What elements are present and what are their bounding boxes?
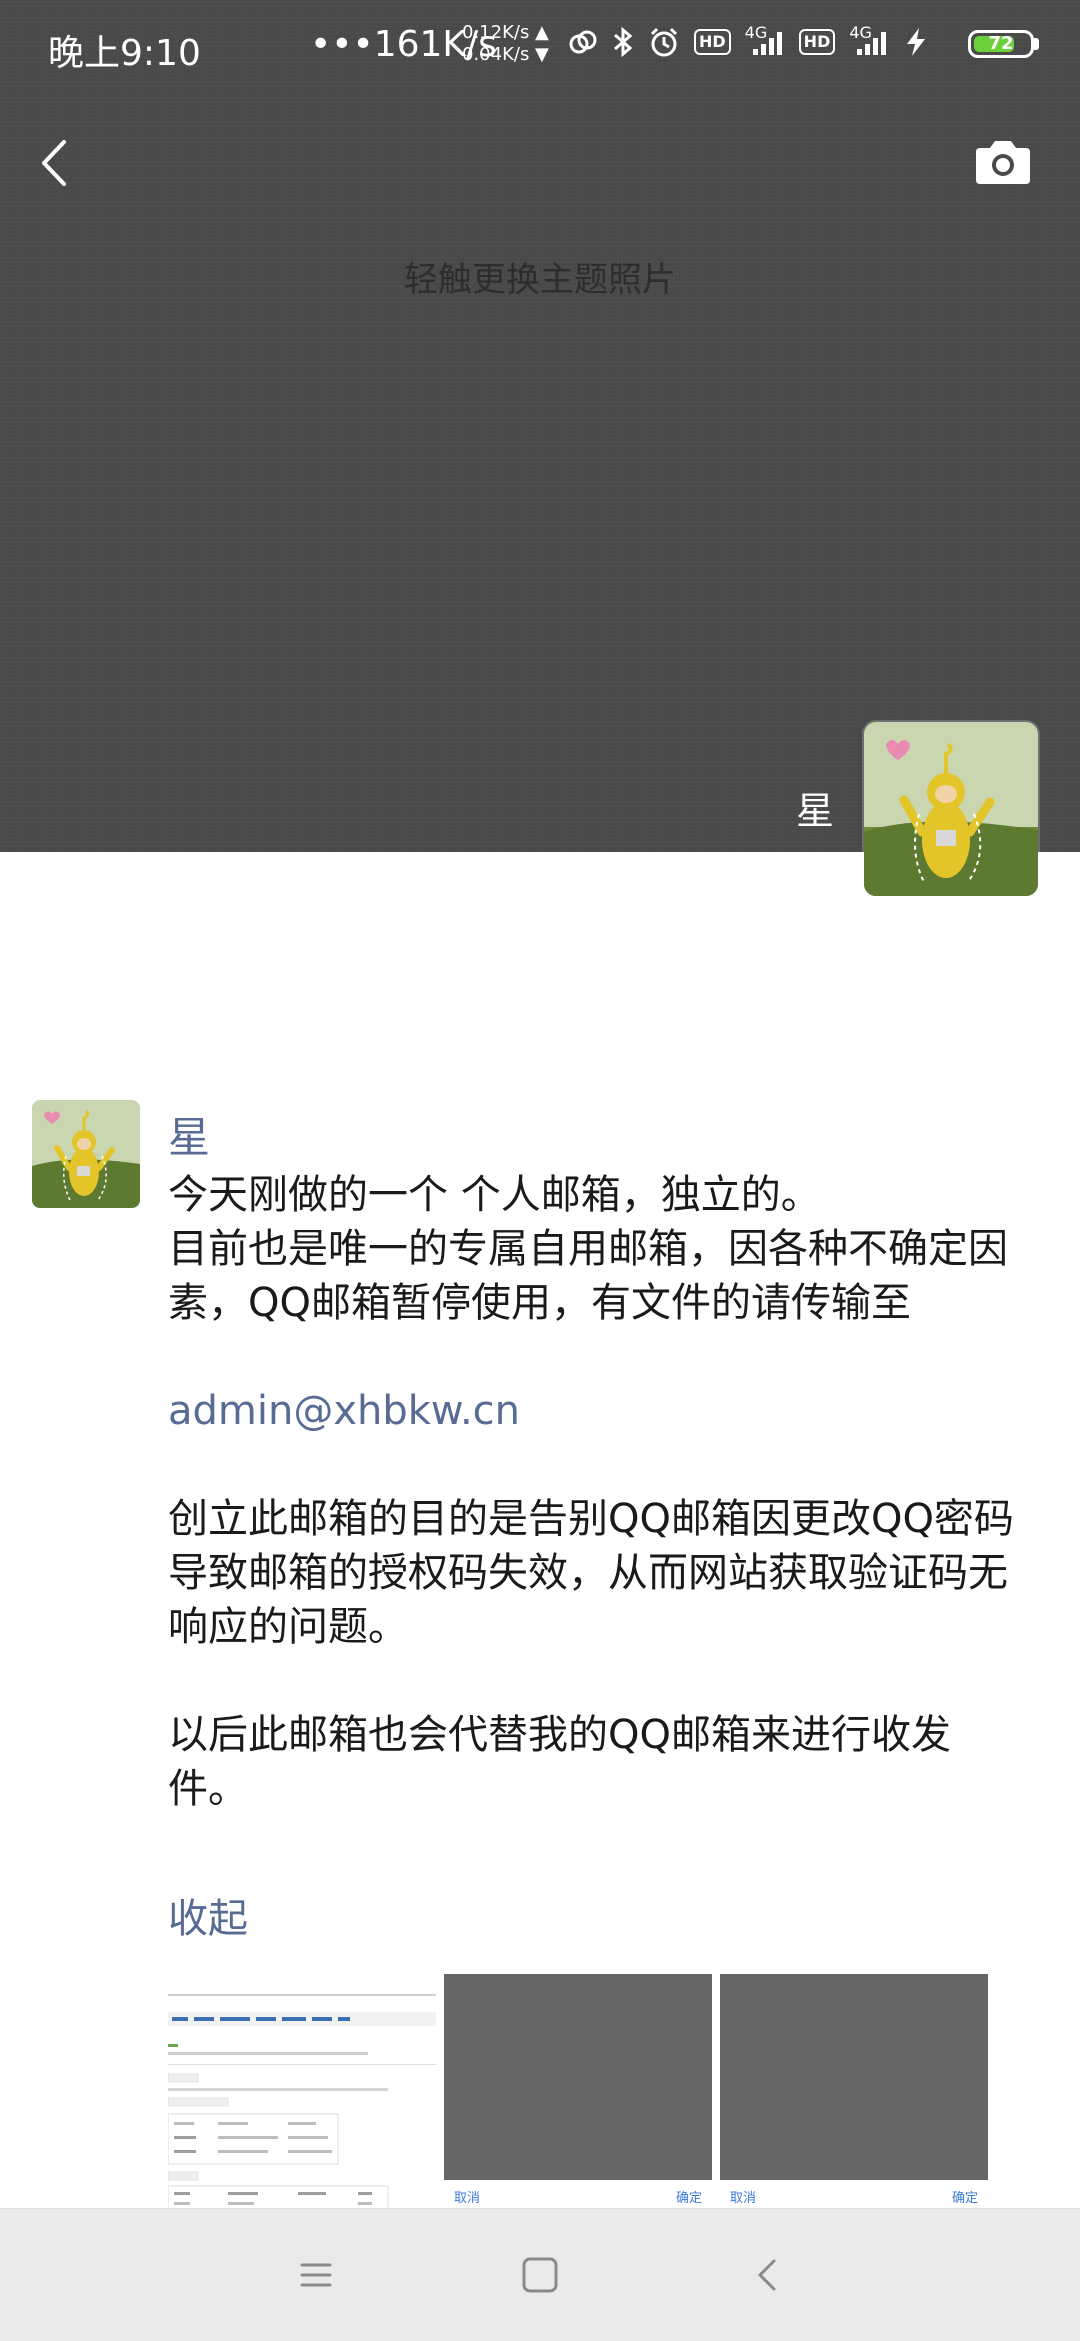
post-paragraph-2: 创立此邮箱的目的是告别QQ邮箱因更改QQ密码导致邮箱的授权码失效，从而网站获取验… [168, 1496, 1014, 1650]
back-chevron-icon [42, 140, 66, 186]
upload-speed: 0.12K/s ▲ [462, 22, 549, 43]
camera-icon [976, 141, 1030, 184]
post-image-2[interactable]: 取消 确定 [444, 1974, 712, 2210]
thumb-cancel-label: 取消 [454, 2191, 481, 2206]
collapse-button[interactable]: 收起 [168, 1886, 248, 1944]
menu-icon [300, 2263, 332, 2287]
back-chevron-icon [758, 2259, 776, 2291]
back-button[interactable] [34, 136, 78, 190]
status-bar: 晚上9:10 •••161K/s 0.12K/s ▲ 0.04K/s ▼ HD … [0, 0, 1080, 96]
post-image-3[interactable]: 取消 确定 [720, 1974, 988, 2210]
battery-icon: 72 [968, 30, 1034, 58]
recents-button[interactable] [290, 2249, 342, 2301]
email-link[interactable]: admin@xhbkw.cn [168, 1388, 520, 1434]
link-icon [569, 30, 597, 54]
post-line-1: 今天刚做的一个 个人邮箱，独立的。 [168, 1172, 821, 1218]
image-grid: 取消 确定 取消 确定 [168, 1974, 988, 2210]
home-button[interactable] [514, 2249, 566, 2301]
email-settings-screenshot [168, 1974, 436, 2210]
battery-level: 72 [988, 33, 1014, 54]
profile-avatar[interactable] [864, 722, 1038, 896]
post-author-name[interactable]: 星 [168, 1104, 210, 1165]
post-text: 今天刚做的一个 个人邮箱，独立的。 目前也是唯一的专属自用邮箱，因各种不确定因素… [168, 1168, 1028, 1816]
thumb-ok-label: 确定 [951, 2191, 978, 2206]
status-time: 晚上9:10 [48, 33, 201, 74]
download-speed: 0.04K/s ▼ [462, 44, 549, 65]
system-back-button[interactable] [742, 2249, 794, 2301]
camera-button[interactable] [972, 138, 1034, 186]
hd-badge: HD [798, 29, 836, 55]
profile-name[interactable]: 星 [796, 780, 834, 835]
dialog-footer: 取消 确定 [444, 2180, 712, 2210]
hd-badge: HD [694, 29, 731, 55]
status-icons: HD 4G HD 4G [568, 23, 929, 58]
post-line-2: 目前也是唯一的专属自用邮箱，因各种不确定因素，QQ邮箱暂停使用，有文件的请传输至 [168, 1226, 1008, 1326]
network-speed-detail: 0.12K/s ▲ 0.04K/s ▼ [462, 22, 549, 66]
bluetooth-icon [614, 26, 633, 58]
alarm-icon [650, 27, 678, 57]
battery-nub [1034, 38, 1039, 50]
signal-icon: 4G [849, 23, 889, 57]
charging-icon [907, 28, 926, 56]
post-author-avatar[interactable] [32, 1100, 140, 1208]
system-nav-bar [0, 2208, 1080, 2341]
home-square-icon [522, 2257, 558, 2293]
change-cover-hint[interactable]: 轻触更换主题照片 [0, 252, 1080, 301]
teletubby-avatar-image [32, 1100, 140, 1208]
thumb-cancel-label: 取消 [730, 2191, 757, 2206]
signal-icon: 4G [745, 23, 785, 57]
post-image-1[interactable] [168, 1974, 436, 2210]
thumb-ok-label: 确定 [675, 2191, 702, 2206]
dialog-footer: 取消 确定 [720, 2180, 988, 2210]
post-paragraph-3: 以后此邮箱也会代替我的QQ邮箱来进行收发件。 [168, 1712, 951, 1812]
teletubby-avatar-image [864, 722, 1038, 896]
